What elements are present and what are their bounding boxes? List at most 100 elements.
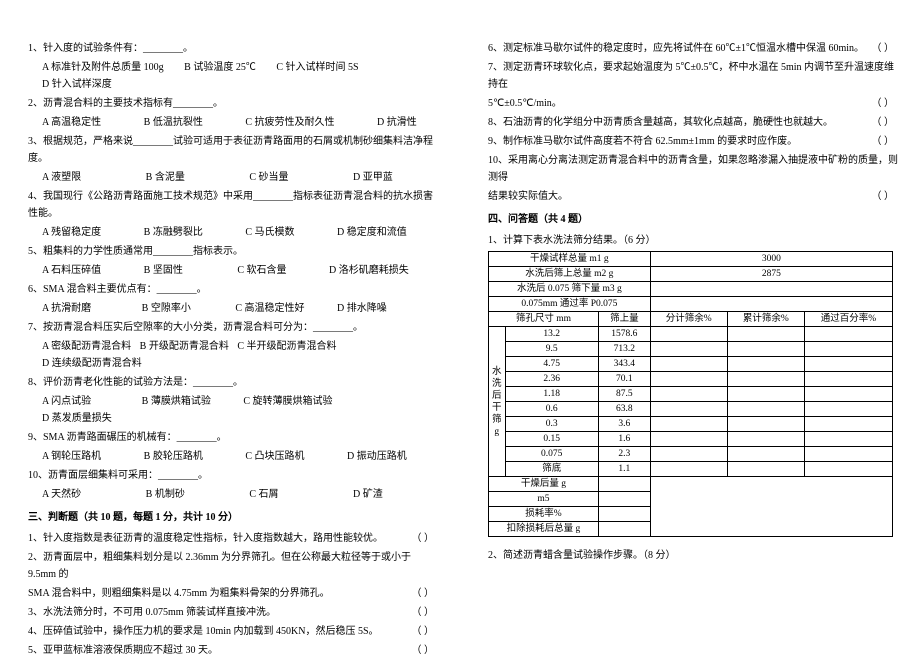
opt: B 低温抗裂性 bbox=[144, 114, 203, 131]
opt: B 含泥量 bbox=[146, 169, 185, 186]
cell bbox=[804, 447, 892, 462]
q1-options: A 标准针及附件总质量 100g B 试验温度 25℃ C 针入试样时间 5S … bbox=[28, 59, 440, 93]
paren: （ ） bbox=[872, 114, 895, 131]
cell bbox=[650, 282, 892, 297]
question-4: 4、我国现行《公路沥青路面施工技术规范》中采用________指标表征沥青混合料… bbox=[28, 188, 440, 222]
opt: C 抗疲劳性及耐久性 bbox=[245, 114, 334, 131]
table-row: 0.075mm 通过率 P0.075 bbox=[489, 297, 893, 312]
judge-3: 3、水洗法筛分时，不可用 0.075mm 筛装试样直接冲洗。（ ） bbox=[28, 604, 440, 621]
q5-options: A 石料压碎值 B 坚固性 C 软石含量 D 洛杉矶磨耗损失 bbox=[28, 262, 440, 279]
paren: （ ） bbox=[872, 40, 895, 57]
table-row: 干燥后量 g bbox=[489, 477, 893, 492]
q10-options: A 天然砂 B 机制砂 C 石屑 D 矿渣 bbox=[28, 486, 440, 503]
opt: C 半开级配沥青混合料 bbox=[237, 338, 336, 355]
cell: 63.8 bbox=[598, 402, 650, 417]
cell bbox=[727, 432, 804, 447]
opt: C 石屑 bbox=[249, 486, 278, 503]
cell: 0.6 bbox=[505, 402, 598, 417]
table-row: 2.3670.1 bbox=[489, 372, 893, 387]
cell bbox=[727, 402, 804, 417]
cell: 2.36 bbox=[505, 372, 598, 387]
opt: D 洛杉矶磨耗损失 bbox=[329, 262, 409, 279]
judge-text: 3、水洗法筛分时，不可用 0.075mm 筛装试样直接冲洗。 bbox=[28, 607, 276, 618]
q4-options: A 残留稳定度 B 冻融劈裂比 C 马氏模数 D 稳定度和流值 bbox=[28, 224, 440, 241]
opt: D 针入试样深度 bbox=[42, 76, 112, 93]
paren: （ ） bbox=[872, 95, 895, 112]
question-8: 8、评价沥青老化性能的试验方法是：________。 bbox=[28, 374, 440, 391]
table-row: 0.33.6 bbox=[489, 417, 893, 432]
opt: B 胶轮压路机 bbox=[144, 448, 203, 465]
opt: C 砂当量 bbox=[249, 169, 288, 186]
q2-options: A 高温稳定性 B 低温抗裂性 C 抗疲劳性及耐久性 D 抗滑性 bbox=[28, 114, 440, 131]
cell bbox=[727, 462, 804, 477]
hdr: 分计筛余% bbox=[650, 312, 727, 327]
question-9: 9、SMA 沥青路面碾压的机械有：________。 bbox=[28, 429, 440, 446]
cell bbox=[727, 387, 804, 402]
question-10: 10、沥青面层细集料可采用：________。 bbox=[28, 467, 440, 484]
opt: A 残留稳定度 bbox=[42, 224, 101, 241]
cell: 1.6 bbox=[598, 432, 650, 447]
cell: 干燥后量 g bbox=[489, 477, 599, 492]
cell bbox=[650, 387, 727, 402]
q9-options: A 钢轮压路机 B 胶轮压路机 C 凸块压路机 D 振动压路机 bbox=[28, 448, 440, 465]
cell bbox=[804, 342, 892, 357]
left-column: 1、针入度的试验条件有：________。 A 标准针及附件总质量 100g B… bbox=[0, 0, 460, 651]
cell bbox=[804, 462, 892, 477]
judge-text: 6、测定标准马歇尔试件的稳定度时，应先将试件在 60℃±1℃恒温水槽中保温 60… bbox=[488, 43, 864, 54]
cell: 扣除损耗后总量 g bbox=[489, 522, 599, 537]
q8-options: A 闪点试验 B 薄膜烘箱试验 C 旋转薄膜烘箱试验 D 蒸发质量损失 bbox=[28, 393, 440, 427]
opt: C 凸块压路机 bbox=[245, 448, 304, 465]
opt: C 马氏模数 bbox=[245, 224, 294, 241]
paren: （ ） bbox=[412, 530, 435, 547]
cell bbox=[650, 342, 727, 357]
opt: B 冻融劈裂比 bbox=[144, 224, 203, 241]
cell: 1.18 bbox=[505, 387, 598, 402]
opt: A 标准针及附件总质量 100g bbox=[42, 59, 164, 76]
table-row: 筛底1.1 bbox=[489, 462, 893, 477]
table-row: 4.75343.4 bbox=[489, 357, 893, 372]
cell: 0.075 bbox=[505, 447, 598, 462]
hdr: 通过百分率% bbox=[804, 312, 892, 327]
cell bbox=[727, 342, 804, 357]
opt: C 旋转薄膜烘箱试验 bbox=[243, 393, 332, 410]
judge-text: 4、压碎值试验中，操作压力机的要求是 10min 内加载到 450KN，然后稳压… bbox=[28, 626, 379, 637]
cell bbox=[598, 492, 650, 507]
cell: 343.4 bbox=[598, 357, 650, 372]
cell: m5 bbox=[489, 492, 599, 507]
cell: 1578.6 bbox=[598, 327, 650, 342]
judge-text: 9、制作标准马歇尔试件高度若不符合 62.5mm±1mm 的要求时应作废。 bbox=[488, 136, 797, 147]
opt: D 亚甲蓝 bbox=[353, 169, 393, 186]
cell bbox=[727, 327, 804, 342]
sieve-table: 干燥试样总量 m1 g3000 水洗后筛上总量 m2 g2875 水洗后 0.0… bbox=[488, 251, 893, 537]
paren: （ ） bbox=[872, 188, 895, 205]
cell: 1.1 bbox=[598, 462, 650, 477]
right-column: 6、测定标准马歇尔试件的稳定度时，应先将试件在 60℃±1℃恒温水槽中保温 60… bbox=[460, 0, 920, 651]
judge-8: 8、石油沥青的化学组分中沥青质含量越高，其软化点越高，脆硬性也就越大。（ ） bbox=[488, 114, 900, 131]
cell: 水洗后 0.075 筛下量 m3 g bbox=[489, 282, 651, 297]
cell: 筛底 bbox=[505, 462, 598, 477]
cell bbox=[650, 432, 727, 447]
opt: B 薄膜烘箱试验 bbox=[142, 393, 211, 410]
hdr: 筛孔尺寸 mm bbox=[489, 312, 599, 327]
cell bbox=[804, 387, 892, 402]
cell bbox=[727, 447, 804, 462]
cell bbox=[727, 417, 804, 432]
cell: 0.15 bbox=[505, 432, 598, 447]
cell: 13.2 bbox=[505, 327, 598, 342]
cell bbox=[804, 372, 892, 387]
cell bbox=[650, 462, 727, 477]
opt: D 稳定度和流值 bbox=[337, 224, 407, 241]
answer-q2: 2、简述沥青蜡含量试验操作步骤。（8 分） bbox=[488, 547, 900, 564]
opt: A 石料压碎值 bbox=[42, 262, 101, 279]
cell: 2.3 bbox=[598, 447, 650, 462]
cell: 0.075mm 通过率 P0.075 bbox=[489, 297, 651, 312]
cell bbox=[650, 477, 892, 537]
hdr: 筛上量 bbox=[598, 312, 650, 327]
judge-7a: 7、测定沥青环球软化点，要求起始温度为 5℃±0.5℃，杯中水温在 5min 内… bbox=[488, 59, 900, 93]
q3-options: A 液塑限 B 含泥量 C 砂当量 D 亚甲蓝 bbox=[28, 169, 440, 186]
question-1: 1、针入度的试验条件有：________。 bbox=[28, 40, 440, 57]
cell bbox=[650, 297, 892, 312]
opt: D 抗滑性 bbox=[377, 114, 417, 131]
opt: A 高温稳定性 bbox=[42, 114, 101, 131]
cell: 4.75 bbox=[505, 357, 598, 372]
